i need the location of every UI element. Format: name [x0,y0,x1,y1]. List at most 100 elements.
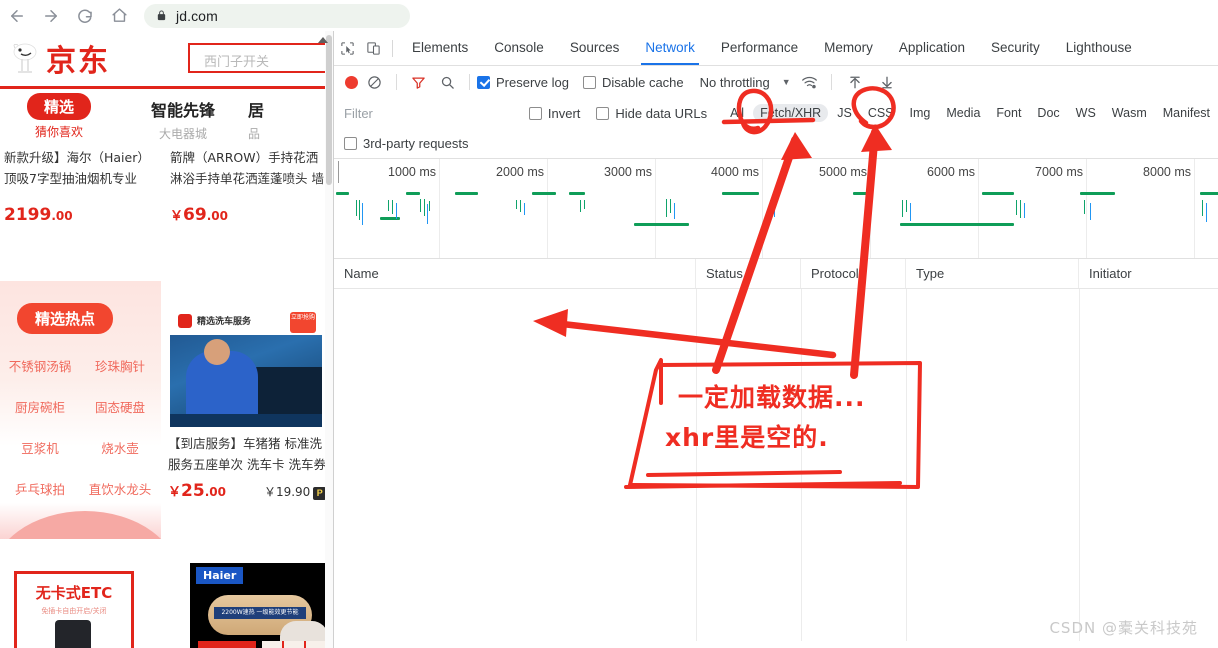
jd-hot-tag[interactable]: 不锈钢汤锅 [0,356,80,375]
timeline-band [853,192,867,195]
jd-page-pane: 京东 西门子开关 精选 猜你喜欢 智能先锋 大电器城 居 品 新款升级】海尔（H… [0,31,333,648]
timeline-marker [396,203,398,219]
jd-product-card[interactable]: 箭牌（ARROW）手持花洒淋浴手持单花洒莲蓬喷头 墙 ￥69.00 [166,143,332,253]
filter-type-ws[interactable]: WS [1069,104,1103,122]
column-header-protocol[interactable]: Protocol [801,259,906,288]
network-overview-timeline[interactable]: 1000 ms 2000 ms 3000 ms 4000 ms 5000 ms … [334,158,1218,259]
clear-icon[interactable] [367,75,382,90]
filter-type-doc[interactable]: Doc [1030,104,1066,122]
filter-type-fetch-xhr[interactable]: Fetch/XHR [753,104,829,122]
filter-type-all[interactable]: All [723,104,751,122]
jd-carwash-price: ￥25.00 [168,481,226,501]
timeline-marker [770,200,772,215]
third-party-checkbox[interactable]: 3rd-party requests [344,136,483,151]
column-header-name[interactable]: Name [334,259,696,288]
tab-network[interactable]: Network [632,31,708,65]
tab-application[interactable]: Application [886,31,978,65]
invert-checkbox[interactable]: Invert [528,106,580,121]
jd-hot-tag[interactable]: 乒乓球拍 [0,479,80,498]
filter-type-wasm[interactable]: Wasm [1105,104,1154,122]
jd-etc-device-shape [55,620,91,648]
throttling-select[interactable]: No throttling [700,75,770,90]
carwash-banner-title: 精选洗车服务 [197,317,252,327]
jd-haier-card[interactable]: Haier 2200W速热 一级能效更节能 999 [190,563,330,648]
devtools-tabbar: Elements Console Sources Network Perform… [334,31,1218,66]
jd-nav-home-title: 居 [248,101,265,120]
jd-product-price: 2199.00 [4,205,160,225]
jd-etc-card[interactable]: 无卡式ETC 免插卡自由开启/关闭 [14,571,134,648]
filter-type-img[interactable]: Img [903,104,938,122]
hide-data-urls-checkbox-box [596,106,610,120]
jd-hot-tag[interactable]: 直饮水龙头 [80,479,160,498]
carwash-worker-head [204,339,230,365]
disable-cache-checkbox[interactable]: Disable cache [582,75,698,90]
tab-sources[interactable]: Sources [557,31,633,65]
jd-hot-tag[interactable]: 珍珠胸针 [80,356,160,375]
record-button-icon[interactable] [345,75,358,89]
jd-hot-tag[interactable]: 厨房碗柜 [0,397,80,416]
browser-toolbar: jd.com [0,0,1218,32]
scroll-up-arrow-icon[interactable] [318,37,328,43]
jd-search-input[interactable]: 西门子开关 [188,43,333,73]
preserve-log-checkbox[interactable]: Preserve log [477,75,583,90]
device-toolbar-icon[interactable] [360,31,386,65]
page-scrollbar-thumb[interactable] [326,35,332,185]
search-icon[interactable] [440,75,455,90]
filter-input[interactable]: Filter [344,106,373,121]
import-har-icon[interactable] [848,75,862,90]
jd-carwash-price-currency: ￥ [168,485,182,500]
page-scrollbar[interactable] [325,31,333,648]
filter-type-manifest[interactable]: Manifest [1156,104,1217,122]
timeline-marker [392,200,394,214]
address-bar[interactable]: jd.com [144,3,410,28]
timeline-marker [427,204,429,224]
haier-price: 999 [198,641,256,648]
tab-memory[interactable]: Memory [811,31,886,65]
jd-hot-tag[interactable]: 豆浆机 [0,438,80,457]
jd-product-card[interactable]: 新款升级】海尔（Haier）顶吸7字型抽油烟机专业自... 2199.00 [0,143,166,253]
jd-product-price-cents: .00 [51,209,73,223]
timeline-marker [1206,203,1208,222]
tab-performance[interactable]: Performance [708,31,811,65]
export-har-icon[interactable] [880,75,894,90]
column-header-initiator[interactable]: Initiator [1079,259,1218,288]
home-icon[interactable] [102,0,136,31]
jd-hot-tag[interactable]: 烧水壶 [80,438,160,457]
jd-nav-smart[interactable]: 智能先锋 大电器城 [118,93,248,141]
timeline-tick-label: 4000 ms [711,165,759,179]
table-header-row: Name Status Protocol Type Initiator [334,259,1218,289]
timeline-marker [362,203,364,225]
column-divider [906,289,907,641]
jd-logo[interactable]: 京东 [6,39,110,79]
jd-nav-home[interactable]: 居 品 [248,93,308,141]
carwash-banner-badge: 立即抢购 [290,312,316,333]
hide-data-urls-checkbox[interactable]: Hide data URLs [596,106,707,121]
network-conditions-icon[interactable] [801,75,818,90]
inspect-element-icon[interactable] [334,31,360,65]
jd-search-placeholder: 西门子开关 [204,55,270,70]
filter-funnel-icon[interactable] [411,75,426,90]
back-icon[interactable] [0,0,34,31]
filter-type-font[interactable]: Font [989,104,1028,122]
column-header-status[interactable]: Status [696,259,801,288]
filter-type-js[interactable]: JS [830,104,859,122]
tab-lighthouse[interactable]: Lighthouse [1053,31,1145,65]
filter-type-media[interactable]: Media [939,104,987,122]
tab-security[interactable]: Security [978,31,1053,65]
chevron-down-icon[interactable]: ▼ [782,77,791,87]
jd-carwash-banner-image[interactable]: 精选洗车服务 立即抢购 [170,309,322,427]
forward-icon[interactable] [34,0,68,31]
tab-console[interactable]: Console [481,31,557,65]
column-header-type[interactable]: Type [906,259,1079,288]
jd-hot-tag[interactable]: 固态硬盘 [80,397,160,416]
jd-product-price-main: 2199 [4,205,52,225]
timeline-band [336,192,349,195]
tab-elements[interactable]: Elements [399,31,481,65]
timeline-tick-label: 8000 ms [1143,165,1191,179]
jd-carwash-price-main: 25 [181,481,205,501]
jd-nav-featured[interactable]: 精选 猜你喜欢 [0,93,118,139]
jd-product-price-cents: .00 [206,209,228,223]
filter-type-css[interactable]: CSS [861,104,901,122]
jd-carwash-product[interactable]: 【到店服务】车猪猪 标准洗服务五座单次 洗车卡 洗车券 ￥25.00 ￥19.9… [168,433,328,501]
reload-icon[interactable] [68,0,102,31]
